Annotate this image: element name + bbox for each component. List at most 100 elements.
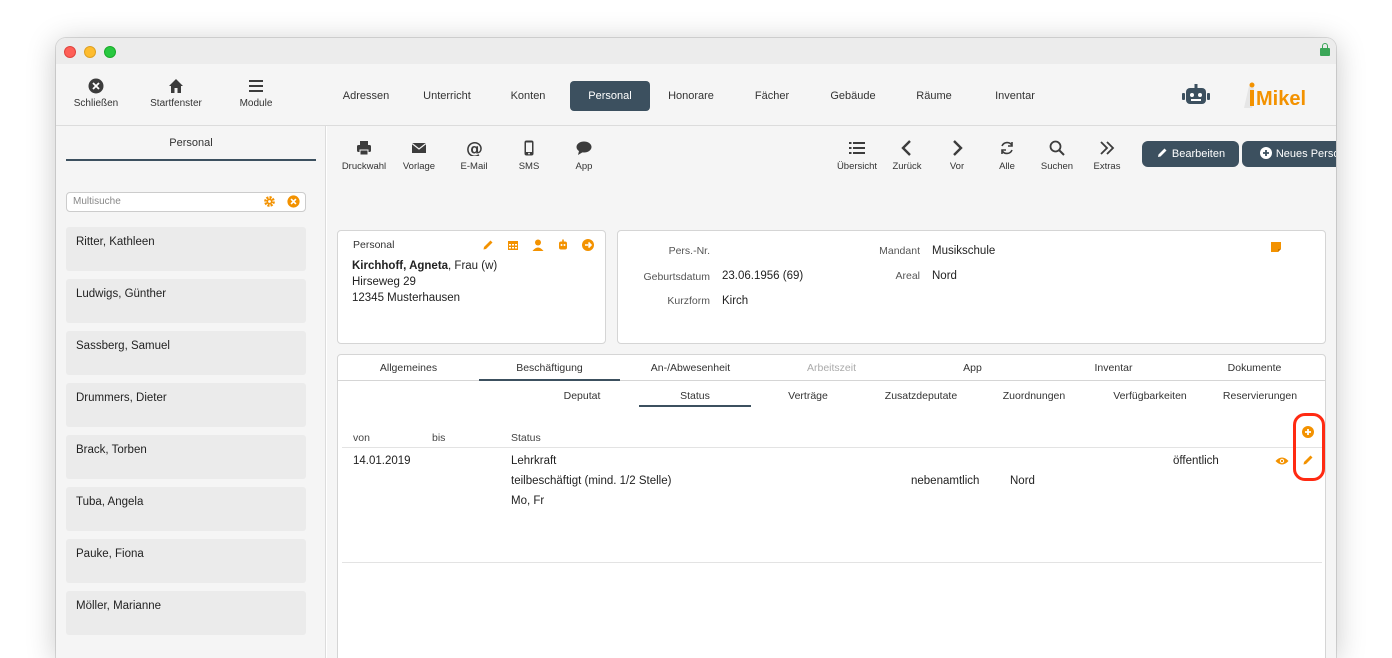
clear-search-icon[interactable] xyxy=(287,195,300,208)
close-window-button[interactable] xyxy=(64,46,76,58)
edit-button[interactable]: Bearbeiten xyxy=(1142,141,1239,167)
person-icon[interactable] xyxy=(532,239,544,251)
home-button[interactable]: Startfenster xyxy=(141,78,211,109)
pencil-icon xyxy=(1157,148,1167,157)
print-button[interactable]: Druckwahl xyxy=(334,140,394,172)
search-icon xyxy=(1049,140,1065,156)
svg-text:@: @ xyxy=(466,140,482,156)
header-divider xyxy=(342,447,1322,448)
person-name-rest: , Frau (w) xyxy=(448,260,498,272)
subtab-deputat[interactable]: Deputat xyxy=(538,385,626,407)
extras-button[interactable]: Extras xyxy=(1077,140,1137,172)
list-item[interactable]: Brack, Torben xyxy=(66,435,306,479)
title-bar xyxy=(56,38,1336,64)
template-button[interactable]: Vorlage xyxy=(389,140,449,172)
close-label: Schließen xyxy=(73,98,119,109)
person-name: Brack, Torben xyxy=(76,444,147,456)
chevron-left-icon xyxy=(901,140,911,156)
list-item[interactable]: Drummers, Dieter xyxy=(66,383,306,427)
tab-konten[interactable]: Konten xyxy=(500,81,556,111)
tab-honorare[interactable]: Honorare xyxy=(661,81,721,111)
robot-icon[interactable] xyxy=(557,239,569,251)
extras-label: Extras xyxy=(1093,161,1121,172)
header-status: Status xyxy=(511,432,541,444)
eye-icon[interactable] xyxy=(1275,456,1289,466)
tab-raeume[interactable]: Räume xyxy=(906,81,962,111)
email-button[interactable]: @ E-Mail xyxy=(444,140,504,172)
double-chevron-right-icon xyxy=(1100,141,1115,155)
list-item[interactable]: Ritter, Kathleen xyxy=(66,227,306,271)
pencil-icon[interactable] xyxy=(482,239,494,251)
list-item[interactable]: Pauke, Fiona xyxy=(66,539,306,583)
person-name: Drummers, Dieter xyxy=(76,392,167,404)
close-circle-icon xyxy=(88,78,104,94)
list-item[interactable]: Möller, Marianne xyxy=(66,591,306,635)
minimize-window-button[interactable] xyxy=(84,46,96,58)
robot-icon[interactable] xyxy=(1182,84,1210,113)
new-personal-label: Neues Personal xyxy=(1275,148,1336,160)
tab-unterricht[interactable]: Unterricht xyxy=(414,81,480,111)
header-to: bis xyxy=(432,432,446,444)
new-personal-button[interactable]: Neues Personal xyxy=(1242,141,1336,167)
details-card: Pers.-Nr. Geburtsdatum 23.06.1956 (69) K… xyxy=(617,230,1326,344)
tab-inventar[interactable]: Inventar xyxy=(986,81,1044,111)
app-label: App xyxy=(575,161,593,172)
header-from: von xyxy=(353,432,370,444)
list-item[interactable]: Tuba, Angela xyxy=(66,487,306,531)
sms-label: SMS xyxy=(518,161,540,172)
tab-allgemeines[interactable]: Allgemeines xyxy=(338,355,479,381)
list-item[interactable]: Sassberg, Samuel xyxy=(66,331,306,375)
tab-arbeitszeit: Arbeitszeit xyxy=(806,362,857,374)
at-icon: @ xyxy=(466,140,482,156)
subtab-zuordnungen[interactable]: Zuordnungen xyxy=(988,385,1080,407)
close-button[interactable]: Schließen xyxy=(61,78,131,109)
subtab-reservierungen[interactable]: Reservierungen xyxy=(1214,385,1306,407)
person-name: Pauke, Fiona xyxy=(76,548,144,560)
row-area: Nord xyxy=(1010,475,1035,487)
envelope-icon xyxy=(411,143,427,153)
list-item[interactable]: Ludwigs, Günther xyxy=(66,279,306,323)
top-bar: Schließen Startfenster Module Adressen U… xyxy=(56,64,1336,126)
modules-button[interactable]: Module xyxy=(221,78,291,109)
refresh-icon xyxy=(1001,141,1013,155)
arrow-circle-right-icon[interactable] xyxy=(582,239,594,251)
calendar-icon[interactable] xyxy=(507,239,519,251)
back-label: Zurück xyxy=(892,161,922,172)
subtab-verfuegbarkeiten[interactable]: Verfügbarkeiten xyxy=(1100,385,1200,407)
chat-bubble-icon xyxy=(576,141,592,155)
tab-personal[interactable]: Personal xyxy=(570,81,650,111)
sms-button[interactable]: SMS xyxy=(499,140,559,172)
tab-adressen[interactable]: Adressen xyxy=(336,81,396,111)
subtab-zusatzdeputate[interactable]: Zusatzdeputate xyxy=(872,385,970,407)
tab-abwesenheit[interactable]: An-/Abwesenheit xyxy=(620,355,761,381)
row-days: Mo, Fr xyxy=(511,495,545,507)
template-label: Vorlage xyxy=(402,161,436,172)
row-status: Lehrkraft xyxy=(511,455,557,467)
tab-beschaeftigung[interactable]: Beschäftigung xyxy=(479,355,620,381)
tab-gebaeude[interactable]: Gebäude xyxy=(821,81,885,111)
email-label: E-Mail xyxy=(460,161,488,172)
main-tabs: Allgemeines Beschäftigung An-/Abwesenhei… xyxy=(338,355,1326,381)
tab-app[interactable]: App xyxy=(902,355,1043,381)
tab-inventar-person[interactable]: Inventar xyxy=(1043,355,1184,381)
tab-dokumente[interactable]: Dokumente xyxy=(1184,355,1325,381)
person-name-bold: Kirchhoff, Agneta xyxy=(352,260,449,272)
short-label: Kurzform xyxy=(667,295,710,307)
lock-icon xyxy=(1320,43,1330,56)
gear-icon[interactable] xyxy=(263,195,276,208)
app-button[interactable]: App xyxy=(554,140,614,172)
subtab-vertraege[interactable]: Verträge xyxy=(764,385,852,407)
row-visibility: öffentlich xyxy=(1173,455,1219,467)
search-label: Suchen xyxy=(1040,161,1074,172)
subtab-status[interactable]: Status xyxy=(639,385,751,407)
note-icon[interactable] xyxy=(1270,241,1282,253)
plus-circle-icon xyxy=(1259,147,1272,159)
person-card-title: Personal xyxy=(353,239,395,251)
client-label: Mandant xyxy=(879,245,920,257)
person-name: Ludwigs, Günther xyxy=(76,288,167,300)
persnr-label: Pers.-Nr. xyxy=(668,245,710,257)
sidebar: Personal Multisuche Ritter, Kathleen Lud… xyxy=(56,126,326,658)
phone-icon xyxy=(524,140,534,156)
tab-faecher[interactable]: Fächer xyxy=(746,81,798,111)
zoom-window-button[interactable] xyxy=(104,46,116,58)
